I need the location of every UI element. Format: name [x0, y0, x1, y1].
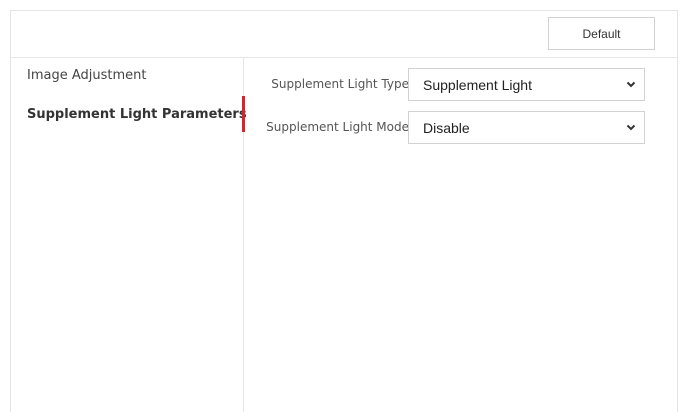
supplement-light-type-value: Supplement Light: [423, 77, 532, 93]
sidebar-item-image-adjustment[interactable]: Image Adjustment: [27, 68, 146, 83]
default-button[interactable]: Default: [548, 17, 655, 50]
chevron-down-icon: [626, 81, 636, 88]
sidebar: Image Adjustment Supplement Light Parame…: [11, 58, 247, 412]
toolbar: Default: [11, 11, 677, 58]
supplement-light-mode-select[interactable]: Disable: [408, 111, 645, 144]
sidebar-item-supplement-light-parameters[interactable]: Supplement Light Parameters: [27, 107, 247, 122]
supplement-light-mode-label: Supplement Light Mode: [266, 120, 409, 134]
supplement-light-type-label: Supplement Light Type: [271, 77, 409, 91]
supplement-light-mode-value: Disable: [423, 120, 470, 136]
chevron-down-icon: [626, 124, 636, 131]
supplement-light-type-select[interactable]: Supplement Light: [408, 68, 645, 101]
